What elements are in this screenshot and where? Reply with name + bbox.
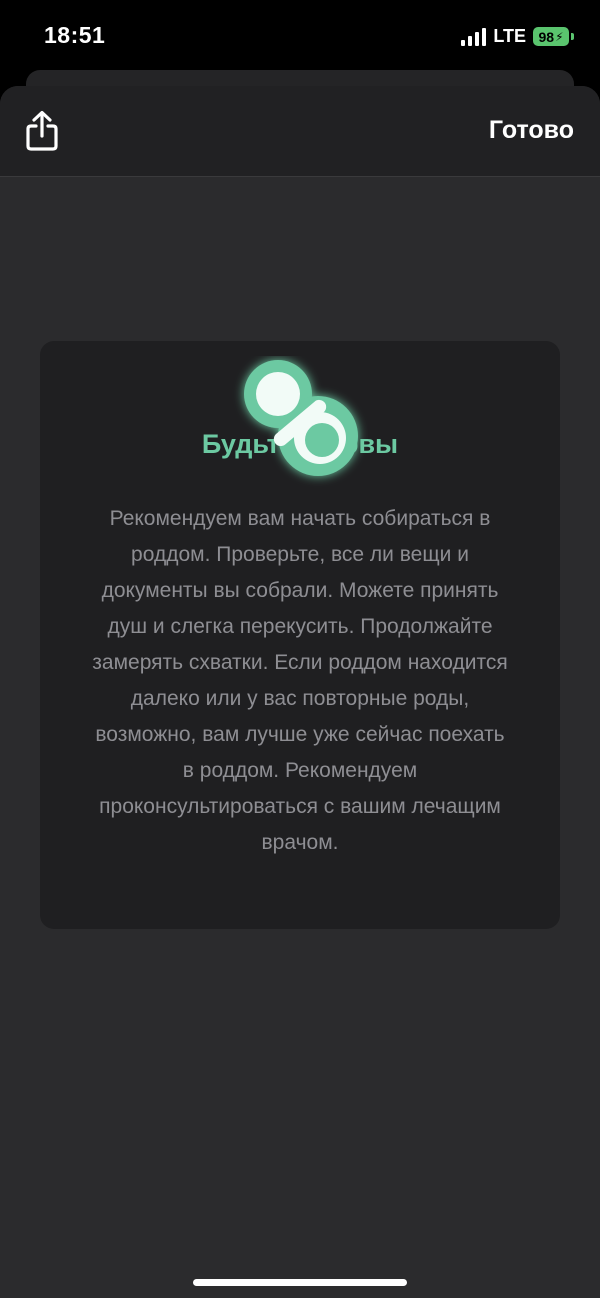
home-indicator: [193, 1279, 407, 1286]
battery-icon: 98 ⚡: [533, 27, 569, 46]
signal-icon: [461, 27, 487, 46]
done-button[interactable]: Готово: [489, 116, 574, 145]
battery-cap: [571, 33, 574, 40]
screen: 18:51 LTE 98 ⚡ Готово Будьте Рекомендуем…: [0, 0, 600, 1298]
network-label: LTE: [493, 26, 526, 46]
share-icon: [26, 110, 58, 151]
charging-icon: ⚡: [555, 29, 564, 44]
nav-bar: Готово: [0, 86, 600, 177]
card-description: Рекомендуем вам начать собираться в родд…: [92, 507, 508, 854]
status-indicators: LTE 98 ⚡: [461, 26, 574, 47]
share-button[interactable]: [20, 106, 64, 156]
status-bar: 18:51 LTE 98 ⚡: [0, 0, 600, 72]
modal-sheet: Готово Будьте готовы Рекомендуем вам нач…: [0, 86, 600, 1298]
battery-level: 98: [538, 28, 555, 45]
status-time: 18:51: [44, 22, 106, 48]
pacifier-icon: [244, 360, 358, 476]
